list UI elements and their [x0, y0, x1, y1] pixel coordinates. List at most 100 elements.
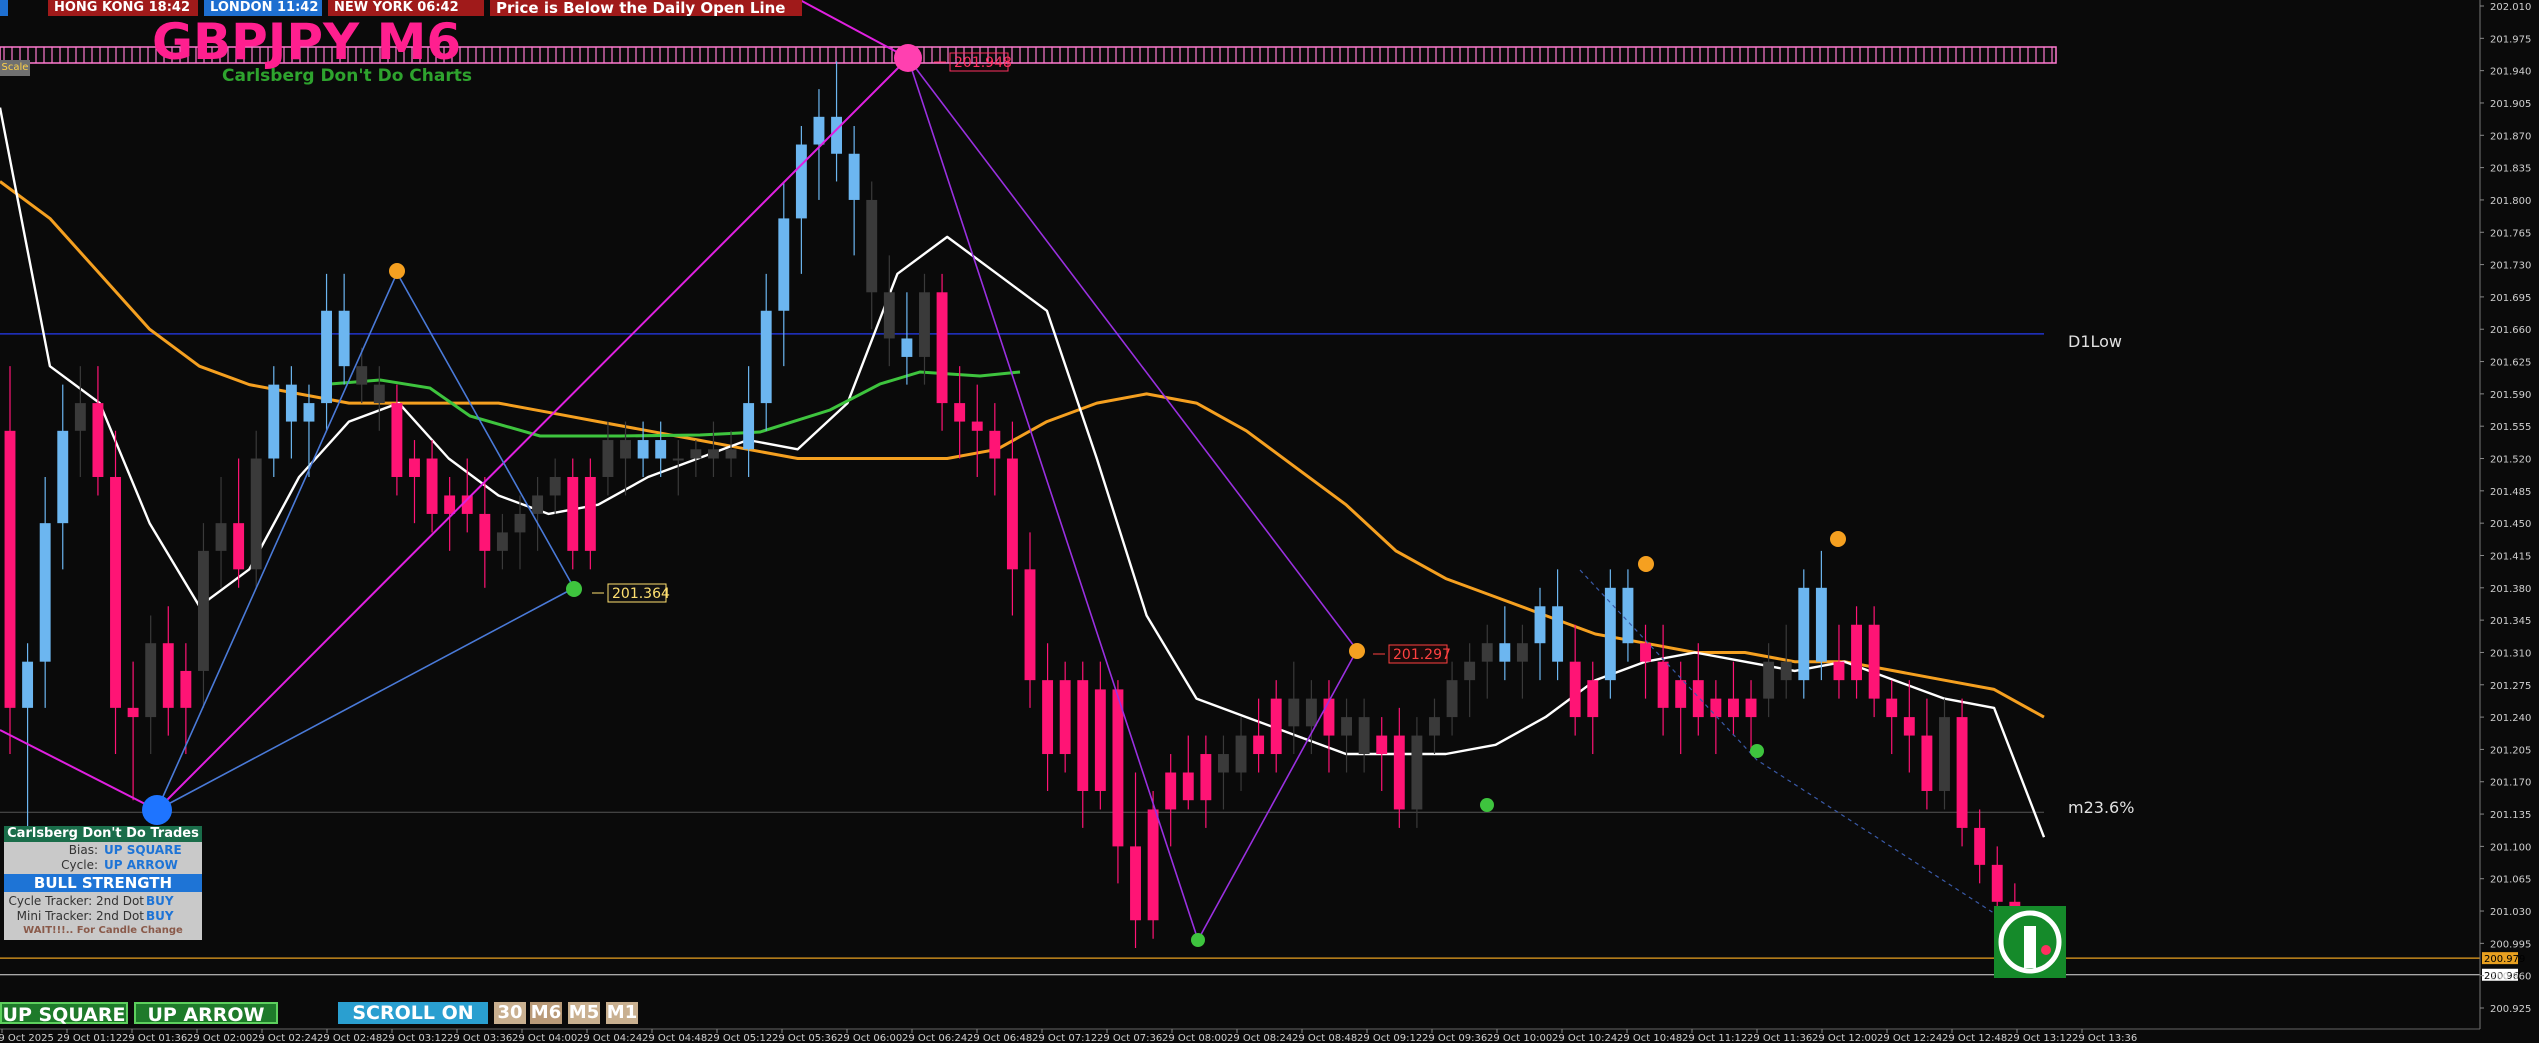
time-tick-label: 29 Oct 01:12: [57, 1033, 122, 1043]
cycle-tracker-label: Cycle Tracker: 2nd Dot: [8, 894, 144, 908]
price-tick-label: 201.135: [2490, 810, 2531, 821]
scale-button[interactable]: Scale: [0, 60, 30, 76]
candle-body: [356, 366, 368, 385]
candle-body: [1059, 680, 1071, 755]
time-tick-label: 29 Oct 2025: [0, 1033, 54, 1043]
annotation-low-left-text: 201.364: [612, 586, 670, 602]
candle-body: [1886, 698, 1898, 718]
candle-body: [1042, 680, 1054, 755]
candle-body: [1112, 689, 1124, 847]
candle-body: [250, 458, 262, 570]
candle-body: [197, 550, 209, 671]
candle-body: [919, 292, 930, 357]
scroll-button[interactable]: SCROLL ON: [338, 1002, 488, 1024]
swing-high-dot: [1830, 531, 1846, 547]
time-tick-label: 29 Oct 08:00: [1162, 1033, 1227, 1043]
up-square-button[interactable]: UP SQUARE: [0, 1002, 128, 1026]
candle-body: [1094, 689, 1106, 791]
price-alert: Price is Below the Daily Open Line: [490, 0, 802, 16]
candle-body: [1991, 864, 2003, 902]
price-tick-label: 201.695: [2490, 293, 2531, 304]
time-tick-label: 29 Oct 05:36: [772, 1033, 837, 1043]
candle-body: [338, 310, 350, 367]
candle-body: [1780, 661, 1792, 681]
candle-body: [760, 310, 772, 404]
time-tick-label: 29 Oct 09:36: [1422, 1033, 1487, 1043]
candle-body: [1411, 735, 1423, 810]
candle-body: [1640, 643, 1651, 662]
up-arrow-button[interactable]: UP ARROW: [134, 1002, 278, 1026]
candle-body: [1798, 587, 1810, 681]
timeframe-m6-button[interactable]: M6: [530, 1002, 562, 1024]
price-tick-label: 201.520: [2490, 455, 2531, 466]
candle-body: [1851, 624, 1863, 681]
bias-label: Bias:: [68, 843, 98, 857]
annotation-top-price-text: 201.948: [954, 55, 1012, 71]
candle-body: [268, 384, 280, 459]
candle-body: [1727, 698, 1739, 718]
candle-body: [233, 523, 245, 570]
price-tick-label: 201.170: [2490, 778, 2531, 789]
price-tick-label: 201.205: [2490, 745, 2531, 756]
time-tick-label: 29 Oct 02:24: [252, 1033, 317, 1043]
price-tick-label: 201.275: [2490, 681, 2531, 692]
candle-body: [954, 403, 966, 422]
time-tick-label: 29 Oct 08:48: [1292, 1033, 1357, 1043]
price-tick-label: 201.380: [2490, 584, 2531, 595]
cycle-tracker-value: BUY: [146, 894, 174, 908]
price-chart[interactable]: 200.979200.961 201.364201.297201.948 202…: [0, 0, 2539, 1043]
time-tick-label: 29 Oct 02:00: [187, 1033, 252, 1043]
timeframe-30-button[interactable]: 30: [494, 1002, 526, 1024]
time-tick-label: 29 Oct 10:24: [1552, 1033, 1617, 1043]
time-tick-label: 29 Oct 10:48: [1617, 1033, 1682, 1043]
candle-body: [1481, 643, 1493, 662]
candle-body: [1253, 735, 1265, 755]
price-tick-label: 201.415: [2490, 551, 2531, 562]
candle-body: [1622, 587, 1634, 644]
candle-body: [285, 384, 297, 422]
price-tick-label: 201.240: [2490, 713, 2531, 724]
swing-low-dot-large: [142, 795, 172, 825]
time-tick-label: 29 Oct 07:36: [1097, 1033, 1162, 1043]
price-tick-label: 201.030: [2490, 907, 2531, 918]
price-tick-label: 201.485: [2490, 487, 2531, 498]
timeframe-m5-button[interactable]: M5: [568, 1002, 600, 1024]
swing-high-dot: [389, 263, 405, 279]
candle-body: [1235, 735, 1247, 773]
left-marker: [0, 0, 8, 16]
candle-body: [496, 532, 508, 551]
candle-body: [409, 458, 420, 477]
time-tick-label: 29 Oct 11:36: [1747, 1033, 1812, 1043]
candle-body: [1217, 754, 1229, 773]
candle-body: [57, 430, 69, 524]
candle-body: [1956, 717, 1968, 828]
candle-body: [743, 403, 755, 450]
price-tick-label: 200.995: [2490, 939, 2531, 950]
cycle-value: UP ARROW: [104, 858, 178, 872]
timeframe-m1-button[interactable]: M1: [606, 1002, 638, 1024]
price-tick-label: 200.925: [2490, 1004, 2531, 1015]
candle-body: [1165, 772, 1177, 810]
candle-body: [707, 449, 719, 459]
price-tick-label: 201.555: [2490, 422, 2531, 433]
time-tick-label: 29 Oct 10:00: [1487, 1033, 1552, 1043]
entry-marker-bar: [2024, 926, 2036, 968]
candle-body: [373, 384, 385, 404]
candle-body: [391, 403, 403, 477]
time-tick-label: 29 Oct 06:24: [902, 1033, 967, 1043]
wait-message: WAIT!!!.. For Candle Change: [23, 925, 183, 936]
candle-body: [1288, 698, 1300, 727]
candle-body: [655, 440, 667, 459]
candle-body: [110, 476, 121, 708]
candle-body: [1182, 772, 1194, 801]
candle-body: [92, 403, 104, 477]
candle-body: [145, 643, 157, 718]
candle-body: [1305, 698, 1317, 727]
candle-body: [883, 292, 895, 339]
price-tick-label: 201.730: [2490, 261, 2531, 272]
chart-subtitle: Carlsberg Don't Do Charts: [222, 66, 472, 86]
candle-body: [672, 458, 684, 461]
candle-body: [426, 458, 438, 514]
time-tick-label: 29 Oct 13:36: [2072, 1033, 2137, 1043]
candle-body: [1710, 698, 1722, 718]
